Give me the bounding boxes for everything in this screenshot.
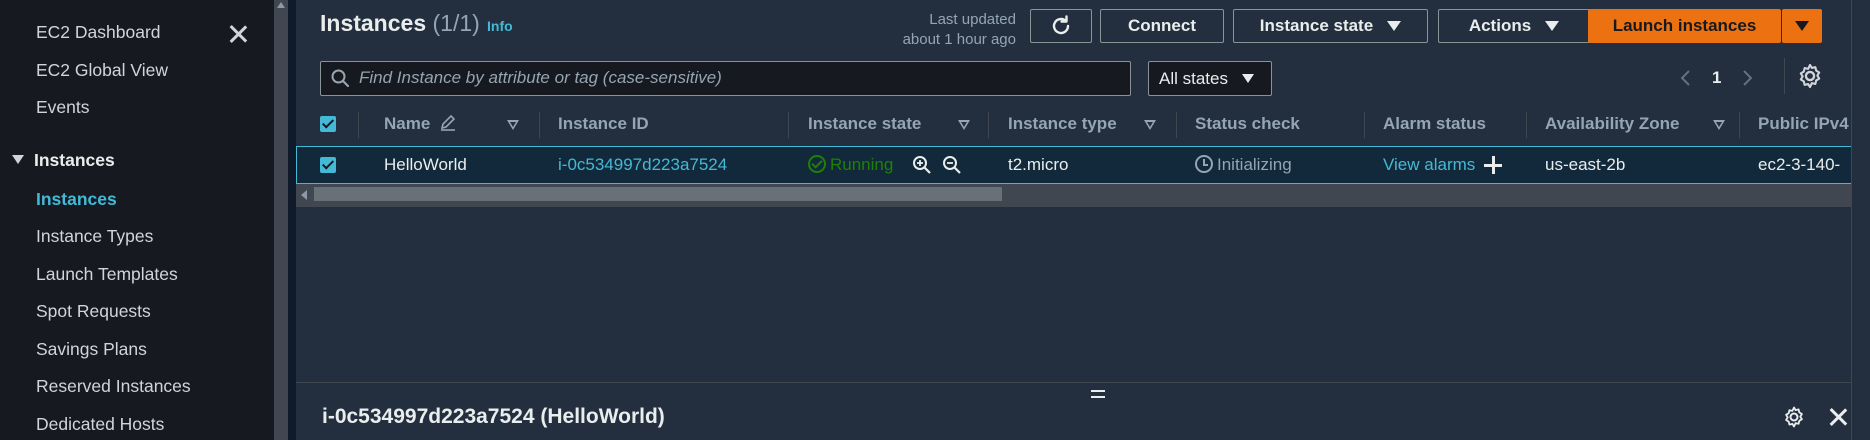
sidebar-item-savings-plans[interactable]: Savings Plans [36,339,147,360]
page-title: Instances (1/1) [320,10,480,37]
page-title-text: Instances [320,10,427,36]
column-divider [1364,112,1365,138]
search-icon [331,69,349,87]
state-filter-value: All states [1159,68,1228,88]
caret-down-icon [1387,21,1402,31]
scroll-left-icon[interactable] [301,190,307,200]
refresh-icon [1052,15,1070,35]
launch-instances-dropdown[interactable] [1782,9,1822,43]
cell-availability-zone: us-east-2b [1545,155,1626,174]
chevron-left-icon[interactable] [1676,68,1696,88]
sidebar-section-label: Instances [34,150,115,170]
scrollbar-thumb[interactable] [314,187,1002,201]
check-circle-icon [808,155,826,173]
sort-icon[interactable] [507,120,519,130]
actions-button[interactable]: Actions [1438,9,1590,43]
divider [1784,58,1785,94]
column-divider [1176,112,1177,138]
zoom-in-icon[interactable] [912,155,932,175]
sidebar-scrollbar[interactable] [274,0,288,440]
horizontal-scrollbar[interactable] [296,184,1870,206]
sidebar-item-ec2-dashboard[interactable]: EC2 Dashboard [36,22,161,43]
cell-public-ipv4: ec2-3-140- [1758,155,1841,174]
main-panel: Instances (1/1) Info Last updated about … [296,0,1870,440]
table-row[interactable] [296,146,1870,184]
sort-icon[interactable] [1144,120,1156,130]
chevron-right-icon[interactable] [1737,68,1757,88]
resize-handle[interactable] [1091,390,1105,398]
sidebar-item-instance-types[interactable]: Instance Types [36,226,153,247]
info-link[interactable]: Info [487,18,513,34]
column-divider [788,112,789,138]
cell-instance-state: Running [808,155,893,175]
status-check-text: Initializing [1217,155,1292,174]
sort-icon[interactable] [1713,120,1725,130]
caret-down-icon [1795,21,1809,31]
instance-count: (1/1) [432,10,480,36]
right-panel-strip [1851,0,1870,440]
launch-instances-button[interactable]: Launch instances [1588,9,1781,43]
column-header-availability-zone[interactable]: Availability Zone [1545,108,1679,148]
column-header-status-check[interactable]: Status check [1195,108,1300,148]
last-updated-label: Last updated [929,11,1016,28]
cell-name: HelloWorld [384,155,467,174]
add-alarm-icon[interactable] [1483,155,1503,175]
split-panel: i-0c534997d223a7524 (HelloWorld) [296,382,1870,440]
page-number[interactable]: 1 [1712,68,1721,88]
column-header-instance-state[interactable]: Instance state [808,108,921,148]
scroll-up-icon[interactable] [277,2,285,8]
instance-state-text: Running [830,155,894,174]
search-box [320,61,1131,96]
actions-label: Actions [1468,16,1532,35]
pagination: 1 [1676,63,1757,93]
sidebar-item-dedicated-hosts[interactable]: Dedicated Hosts [36,414,164,435]
sidebar-item-launch-templates[interactable]: Launch Templates [36,264,178,285]
sidebar-item-spot-requests[interactable]: Spot Requests [36,301,151,322]
last-updated: Last updated about 1 hour ago [903,10,1016,50]
sidebar-item-ec2-global-view[interactable]: EC2 Global View [36,60,168,81]
gear-icon[interactable] [1782,405,1806,429]
cell-instance-id[interactable]: i-0c534997d223a7524 [558,155,727,175]
view-alarms-link[interactable]: View alarms [1383,155,1475,175]
sidebar-item-events[interactable]: Events [36,97,90,118]
column-header-alarm-status[interactable]: Alarm status [1383,108,1486,148]
sidebar-item-instances[interactable]: Instances [36,189,117,210]
edit-icon [440,114,456,131]
row-checkbox[interactable] [320,157,336,173]
last-updated-value: about 1 hour ago [902,31,1016,48]
column-divider [1526,112,1527,138]
column-header-instance-type[interactable]: Instance type [1008,108,1117,148]
sidebar-section-instances[interactable]: Instances [12,150,115,171]
zoom-out-icon[interactable] [942,155,962,175]
column-header-label: Name [384,114,431,133]
column-header-instance-id[interactable]: Instance ID [558,108,649,148]
divider [296,206,1870,207]
close-icon[interactable] [1826,405,1850,429]
column-header-public-ipv4[interactable]: Public IPv4 [1758,108,1849,148]
clock-icon [1195,155,1213,173]
connect-button[interactable]: Connect [1100,9,1224,43]
caret-down-icon [12,155,24,164]
select-all-checkbox[interactable] [320,116,336,132]
instance-state-button[interactable]: Instance state [1233,9,1428,43]
sort-icon[interactable] [958,120,970,130]
search-input[interactable] [359,66,1119,90]
column-divider [988,112,989,138]
refresh-button[interactable] [1030,9,1092,43]
split-panel-title: i-0c534997d223a7524 (HelloWorld) [322,405,665,428]
sidebar: EC2 Dashboard EC2 Global View Events Ins… [0,0,274,440]
state-filter-select[interactable]: All states [1148,61,1272,96]
column-divider [1739,112,1740,138]
cell-instance-type: t2.micro [1008,155,1069,174]
gear-icon[interactable] [1796,62,1824,90]
instance-state-label: Instance state [1259,16,1374,35]
caret-down-icon [1241,74,1254,83]
cell-status-check: Initializing [1195,155,1292,175]
column-header-name[interactable]: Name [384,108,457,148]
sidebar-item-reserved-instances[interactable]: Reserved Instances [36,376,191,397]
close-icon[interactable] [226,22,250,46]
column-divider [358,112,359,138]
column-divider [539,112,540,138]
caret-down-icon [1545,21,1560,31]
